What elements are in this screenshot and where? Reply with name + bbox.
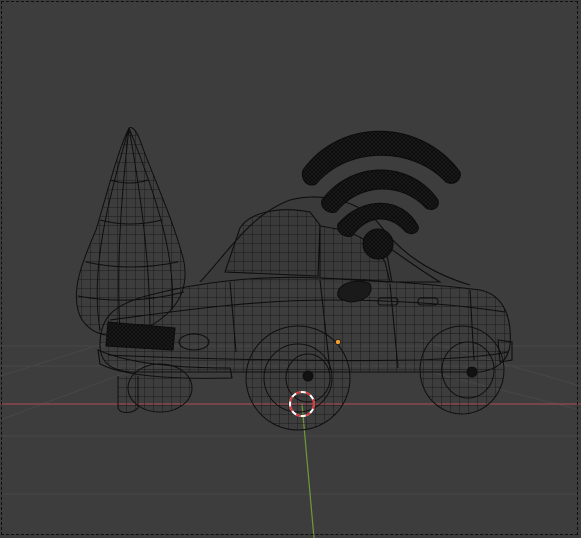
3d-viewport[interactable] (0, 0, 581, 538)
viewport-canvas[interactable] (0, 0, 581, 538)
object-origin-dot[interactable] (335, 339, 341, 345)
rear-wheel[interactable] (419, 325, 505, 415)
